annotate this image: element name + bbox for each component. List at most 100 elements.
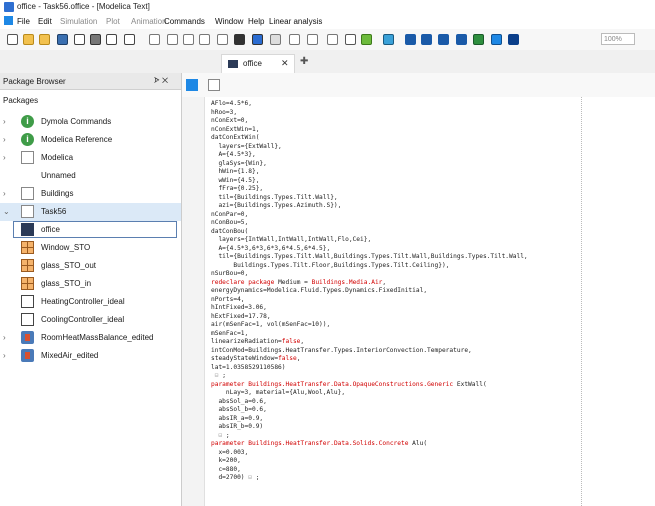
pin-close-icons[interactable]: ᗎ ✕ bbox=[154, 76, 168, 86]
tree-item-label: Modelica bbox=[41, 153, 74, 162]
tree-item-buildings[interactable]: › Buildings bbox=[0, 185, 181, 203]
tree-item-dymola-commands[interactable]: › i Dymola Commands bbox=[0, 113, 181, 131]
tree-item-roomheatmassbalance-edited[interactable]: › RoomHeatMassBalance_edited bbox=[0, 329, 181, 347]
block-icon bbox=[21, 295, 34, 308]
align-icon[interactable] bbox=[326, 33, 339, 46]
tree-item-label: Task56 bbox=[41, 207, 67, 216]
toggle-icon[interactable] bbox=[344, 33, 357, 46]
search-icon[interactable] bbox=[73, 33, 86, 46]
menu-file[interactable]: File bbox=[17, 17, 30, 26]
documentation-icon[interactable] bbox=[507, 33, 520, 46]
tree-item-label: RoomHeatMassBalance_edited bbox=[41, 333, 154, 342]
menu-bar bbox=[0, 14, 655, 29]
check-icon[interactable] bbox=[105, 33, 118, 46]
diagram-view-icon[interactable] bbox=[186, 79, 198, 91]
new-file-icon[interactable] bbox=[6, 33, 19, 46]
menu-edit[interactable]: Edit bbox=[38, 17, 52, 26]
tree-item-label: CoolingController_ideal bbox=[41, 315, 125, 324]
code-text[interactable]: AFlo=4.5*6, hRoo=3, nConExt=0, nConExtWi… bbox=[211, 100, 528, 483]
tree-item-window-sto[interactable]: Window_STO bbox=[0, 239, 181, 257]
print-icon[interactable] bbox=[89, 33, 102, 46]
menu-plot[interactable]: Plot bbox=[106, 17, 120, 26]
code-area[interactable]: AFlo=4.5*6, hRoo=3, nConExt=0, nConExtWi… bbox=[205, 97, 655, 506]
current-item-frame bbox=[13, 221, 177, 238]
room-icon bbox=[21, 331, 34, 344]
open-recent-icon[interactable] bbox=[38, 33, 51, 46]
tree-item-label: Window_STO bbox=[41, 243, 91, 252]
info-icon: i bbox=[21, 115, 34, 128]
expand-arrow-icon[interactable]: › bbox=[3, 351, 6, 360]
package-browser: Package Browser ᗎ ✕ Packages › i Dymola Co… bbox=[0, 73, 182, 506]
check-model-icon[interactable] bbox=[360, 33, 373, 46]
polygon-icon[interactable] bbox=[198, 33, 211, 46]
expand-arrow-icon[interactable]: › bbox=[3, 135, 6, 144]
line-color-icon[interactable] bbox=[251, 33, 264, 46]
tree-item-glass-sto-out[interactable]: glass_STO_out bbox=[0, 257, 181, 275]
menu-commands[interactable]: Commands bbox=[164, 17, 205, 26]
diagram-view-icon[interactable] bbox=[490, 33, 503, 46]
expand-arrow-icon[interactable]: › bbox=[3, 333, 6, 342]
editor-header bbox=[182, 73, 655, 97]
bitmap-icon[interactable] bbox=[233, 33, 246, 46]
menu-window[interactable]: Window bbox=[215, 17, 243, 26]
menu-linear-analysis[interactable]: Linear analysis bbox=[269, 17, 322, 26]
menu-help[interactable]: Help bbox=[248, 17, 264, 26]
open-icon[interactable] bbox=[22, 33, 35, 46]
tab-office[interactable]: office ✕ bbox=[221, 54, 295, 73]
expand-arrow-icon[interactable]: › bbox=[3, 153, 6, 162]
tab-strip bbox=[0, 50, 655, 73]
back-icon[interactable] bbox=[404, 33, 417, 46]
package-icon bbox=[21, 187, 34, 200]
arrow-style-icon[interactable] bbox=[306, 33, 319, 46]
tree-item-heatingcontroller-ideal[interactable]: HeatingController_ideal bbox=[0, 293, 181, 311]
package-browser-title: Package Browser bbox=[3, 77, 66, 86]
tree-item-glass-sto-in[interactable]: glass_STO_in bbox=[0, 275, 181, 293]
grid-icon[interactable] bbox=[288, 33, 301, 46]
text-view-icon[interactable] bbox=[208, 79, 220, 91]
model-icon bbox=[21, 223, 34, 236]
tree-item-coolingcontroller-ideal[interactable]: CoolingController_ideal bbox=[0, 311, 181, 329]
tree-item-modelica[interactable]: › Modelica bbox=[0, 149, 181, 167]
expand-arrow-icon[interactable]: › bbox=[3, 189, 6, 198]
packages-label: Packages bbox=[3, 96, 39, 105]
tree-item-label: glass_STO_in bbox=[41, 279, 92, 288]
library-icon[interactable] bbox=[437, 33, 450, 46]
tree-item-task56[interactable]: ⌄ Task56 bbox=[0, 203, 181, 221]
tree-item-unnamed[interactable]: Unnamed bbox=[0, 167, 181, 185]
help-pointer-icon[interactable] bbox=[123, 33, 136, 46]
icon-view-icon[interactable] bbox=[472, 33, 485, 46]
tree-item-label: glass_STO_out bbox=[41, 261, 96, 270]
ellipse-icon[interactable] bbox=[182, 33, 195, 46]
line-icon[interactable] bbox=[148, 33, 161, 46]
add-tab-icon[interactable]: ✚ bbox=[300, 56, 308, 67]
window-title: office - Task56.office - [Modelica Text] bbox=[17, 2, 150, 11]
tree-item-label: Buildings bbox=[41, 189, 74, 198]
menu-animation[interactable]: Animation bbox=[131, 17, 167, 26]
record-icon bbox=[21, 259, 34, 272]
tree-item-label: MixedAir_edited bbox=[41, 351, 99, 360]
expand-arrow-icon[interactable]: ⌄ bbox=[3, 207, 10, 216]
block-icon bbox=[21, 313, 34, 326]
modelica-text-editor: AFlo=4.5*6, hRoo=3, nConExt=0, nConExtWi… bbox=[182, 73, 655, 506]
forward-icon[interactable] bbox=[420, 33, 433, 46]
dymola-menu-icon[interactable] bbox=[4, 16, 13, 25]
tree-item-office[interactable]: office bbox=[0, 221, 181, 239]
expand-arrow-icon[interactable]: › bbox=[3, 117, 6, 126]
title-bar: office - Task56.office - [Modelica Text] bbox=[0, 0, 655, 14]
model-icon bbox=[228, 60, 238, 68]
line-length-guide bbox=[581, 97, 582, 506]
simulate-setup-icon[interactable] bbox=[382, 33, 395, 46]
rect-icon[interactable] bbox=[166, 33, 179, 46]
close-tab-icon[interactable]: ✕ bbox=[281, 58, 289, 69]
text-icon[interactable] bbox=[216, 33, 229, 46]
menu-simulation[interactable]: Simulation bbox=[60, 17, 97, 26]
tree-item-mixedair-edited[interactable]: › MixedAir_edited bbox=[0, 347, 181, 365]
save-icon[interactable] bbox=[56, 33, 69, 46]
fill-color-icon[interactable] bbox=[269, 33, 282, 46]
package-browser-header: Package Browser ᗎ ✕ bbox=[0, 73, 181, 90]
zoom-dropdown[interactable]: 100% bbox=[601, 33, 635, 45]
component-icon[interactable] bbox=[455, 33, 468, 46]
room-icon bbox=[21, 349, 34, 362]
tab-label: office bbox=[243, 59, 262, 68]
tree-item-modelica-reference[interactable]: › i Modelica Reference bbox=[0, 131, 181, 149]
